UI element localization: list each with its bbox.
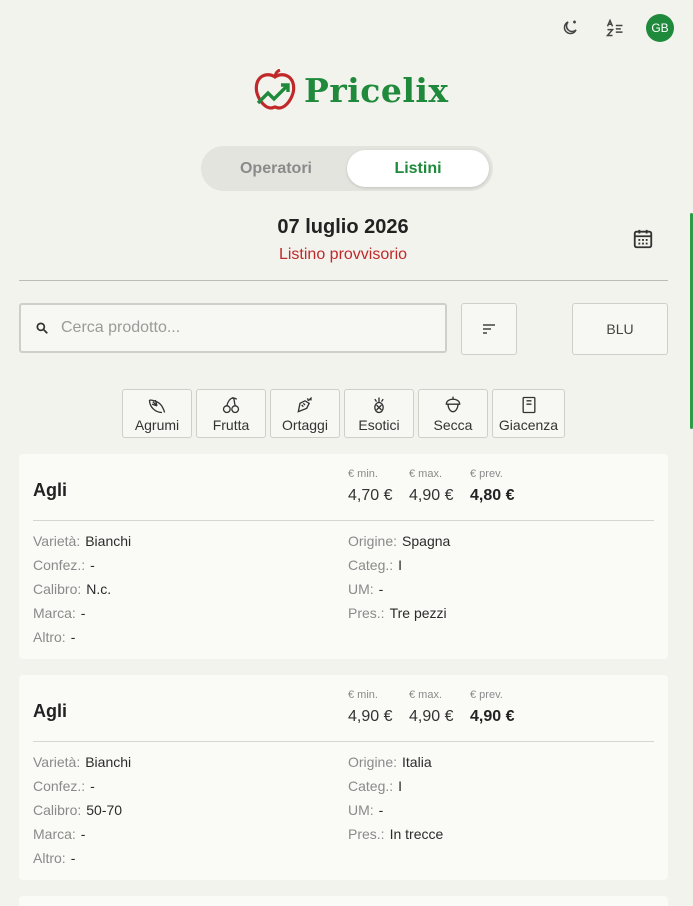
detail-value: - [378, 802, 384, 818]
detail-value: - [90, 778, 95, 794]
price-max: 4,90 € [409, 708, 454, 725]
apple-chart-icon [254, 69, 296, 110]
detail-label: Origine: [348, 533, 398, 549]
detail-value: - [70, 629, 76, 645]
detail-label: Confez.: [33, 557, 86, 573]
detail-label: Varietà: [33, 754, 81, 770]
detail-label: Altro: [33, 850, 66, 866]
product-card[interactable]: Agli € min. 4,90 € € max. 4,90 € € prev. 4,… [19, 675, 668, 880]
detail-label: Categ.: [348, 557, 394, 573]
sort-button[interactable] [461, 303, 517, 355]
category-esotici[interactable]: Esotici [344, 389, 414, 438]
calendar-icon[interactable] [632, 228, 656, 252]
price-group: € min. 4,90 € € max. 4,90 € € prev. 4,90 € [348, 689, 531, 726]
price-min: 4,70 € [348, 487, 393, 504]
category-label: Agrumi [134, 416, 180, 433]
detail-label: Marca: [33, 826, 76, 842]
view-switcher: Operatori Listini [201, 146, 493, 191]
product-name: Agli [33, 701, 67, 721]
detail-value: Bianchi [85, 754, 132, 770]
detail-label: Categ.: [348, 778, 394, 794]
product-card[interactable]: Agli € min. 4,70 € € max. 4,90 € € prev. 4,… [19, 454, 668, 659]
detail-label: Marca: [33, 605, 76, 621]
price-min: 4,90 € [348, 708, 393, 725]
detail-value: 50-70 [86, 802, 123, 818]
category-label: Ortaggi [282, 416, 328, 433]
price-prev: 4,80 € [470, 487, 515, 504]
category-ortaggi[interactable]: Ortaggi [270, 389, 340, 438]
blu-filter-button[interactable]: BLU [572, 303, 668, 355]
detail-value: In trecce [389, 826, 444, 842]
detail-label: Pres.: [348, 605, 385, 621]
detail-label: UM: [348, 802, 374, 818]
price-prev-label: € prev. [470, 468, 503, 480]
detail-value: I [398, 778, 403, 794]
detail-label: Origine: [348, 754, 398, 770]
top-toolbar: GB [556, 14, 674, 42]
category-giacenza[interactable]: Giacenza [492, 389, 565, 438]
detail-value: - [90, 557, 95, 573]
detail-value: - [378, 581, 384, 597]
divider [19, 280, 668, 281]
theme-toggle-icon[interactable] [556, 14, 584, 42]
translate-icon[interactable] [601, 14, 629, 42]
detail-label: Pres.: [348, 826, 385, 842]
detail-value: N.c. [86, 581, 112, 597]
detail-value: Italia [402, 754, 432, 770]
detail-value: - [80, 826, 86, 842]
category-label: Giacenza [498, 416, 559, 433]
category-filters: Agrumi Frutta Ortaggi Esotici Secca Giac… [122, 389, 565, 438]
detail-value: I [398, 557, 403, 573]
detail-label: Varietà: [33, 533, 81, 549]
category-label: Secca [433, 416, 473, 433]
price-min-label: € min. [348, 689, 378, 701]
category-label: Frutta [212, 416, 250, 433]
category-agrumi[interactable]: Agrumi [122, 389, 192, 438]
price-max-label: € max. [409, 468, 443, 480]
carrot-icon [297, 396, 313, 413]
listino-status: Listino provvisorio [278, 246, 408, 263]
detail-value: Bianchi [85, 533, 132, 549]
search-icon [36, 322, 48, 334]
search-box [19, 303, 447, 353]
detail-value: Tre pezzi [389, 605, 447, 621]
card-divider [33, 741, 654, 742]
tab-operatori[interactable]: Operatori [205, 150, 347, 187]
logo: Pricelix [252, 69, 449, 111]
pineapple-icon [374, 397, 384, 413]
price-max-label: € max. [409, 689, 443, 701]
price-max: 4,90 € [409, 487, 454, 504]
listino-date: 07 luglio 2026 [277, 216, 409, 238]
avatar[interactable]: GB [646, 14, 674, 42]
detail-label: Confez.: [33, 778, 86, 794]
card-divider [33, 520, 654, 521]
product-name: Agli [33, 480, 67, 500]
detail-label: Calibro: [33, 581, 82, 597]
tab-listini[interactable]: Listini [347, 150, 489, 187]
sort-icon [483, 324, 495, 334]
price-group: € min. 4,70 € € max. 4,90 € € prev. 4,80 € [348, 468, 531, 505]
detail-value: - [70, 850, 76, 866]
citrus-icon [148, 398, 166, 413]
cherry-icon [222, 396, 240, 413]
price-min-label: € min. [348, 468, 378, 480]
detail-label: Calibro: [33, 802, 82, 818]
stock-icon [522, 396, 535, 413]
product-card[interactable] [19, 896, 668, 906]
detail-value: Spagna [402, 533, 451, 549]
detail-label: UM: [348, 581, 374, 597]
detail-value: - [80, 605, 86, 621]
search-input[interactable] [61, 319, 401, 337]
logo-text: Pricelix [304, 70, 449, 110]
category-secca[interactable]: Secca [418, 389, 488, 438]
detail-label: Altro: [33, 629, 66, 645]
nut-icon [445, 396, 461, 412]
price-prev-label: € prev. [470, 689, 503, 701]
category-label: Esotici [358, 416, 400, 433]
price-prev: 4,90 € [470, 708, 515, 725]
category-frutta[interactable]: Frutta [196, 389, 266, 438]
